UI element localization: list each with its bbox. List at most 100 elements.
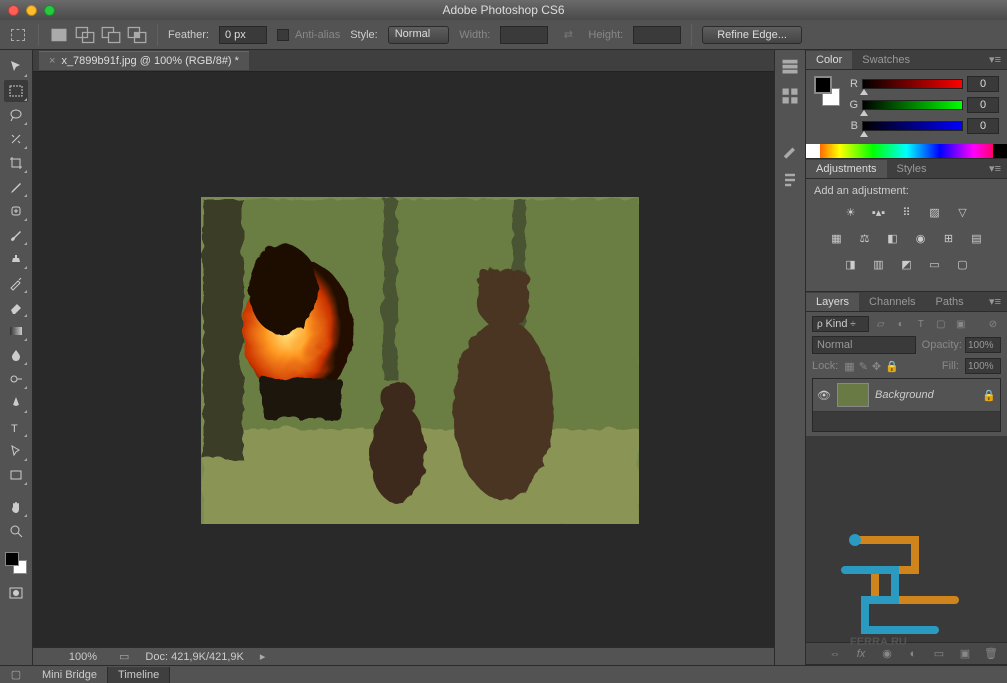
timeline-tab[interactable]: Timeline (108, 667, 170, 683)
selection-add-icon[interactable] (75, 26, 95, 44)
filter-shape-icon[interactable]: ▢ (933, 316, 949, 332)
b-slider[interactable] (862, 121, 963, 131)
layer-mask-icon[interactable]: ◉ (879, 646, 895, 662)
gradient-map-adjustment-icon[interactable]: ▭ (926, 255, 944, 273)
layer-thumbnail[interactable] (837, 383, 869, 407)
opacity-input[interactable] (965, 337, 1001, 353)
panel-menu-icon[interactable]: ▾≡ (983, 53, 1007, 66)
selection-subtract-icon[interactable] (101, 26, 121, 44)
filter-pixel-icon[interactable]: ▱ (873, 316, 889, 332)
scrubby-zoom-icon[interactable]: ▭ (119, 650, 129, 663)
color-lookup-adjustment-icon[interactable]: ▤ (968, 229, 986, 247)
zoom-level[interactable]: 100% (43, 651, 103, 663)
layer-group-icon[interactable]: ▭ (931, 646, 947, 662)
vibrance-adjustment-icon[interactable]: ▽ (954, 203, 972, 221)
adjustment-layer-icon[interactable]: ◐ (905, 646, 921, 662)
zoom-tool[interactable] (4, 520, 28, 542)
marquee-tool[interactable] (4, 80, 28, 102)
color-swatch[interactable] (5, 552, 27, 574)
doc-info-arrow-icon[interactable]: ▸ (260, 650, 266, 663)
posterize-adjustment-icon[interactable]: ▥ (870, 255, 888, 273)
layers-tab[interactable]: Layers (806, 293, 859, 311)
brightness-adjustment-icon[interactable]: ☀ (842, 203, 860, 221)
magic-wand-tool[interactable] (4, 128, 28, 150)
eraser-tool[interactable] (4, 296, 28, 318)
swatches-tab[interactable]: Swatches (852, 51, 920, 69)
screen-mode-icon[interactable]: ▢ (0, 668, 32, 681)
brush-tool[interactable] (4, 224, 28, 246)
refine-edge-button[interactable]: Refine Edge... (702, 26, 802, 44)
filter-adjustment-icon[interactable]: ◐ (893, 316, 909, 332)
r-input[interactable] (967, 76, 999, 92)
channel-mixer-adjustment-icon[interactable]: ⊞ (940, 229, 958, 247)
minimize-window-button[interactable] (26, 5, 37, 16)
doc-size[interactable]: Doc: 421,9K/421,9K (145, 651, 243, 663)
filter-smart-icon[interactable]: ▣ (953, 316, 969, 332)
lock-pixels-icon[interactable]: ✎ (859, 360, 868, 373)
canvas-area[interactable] (33, 72, 774, 647)
pen-tool[interactable] (4, 392, 28, 414)
layer-row[interactable]: 👁 Background 🔒 (813, 379, 1000, 412)
eyedropper-tool[interactable] (4, 176, 28, 198)
rectangle-tool[interactable] (4, 464, 28, 486)
healing-brush-tool[interactable] (4, 200, 28, 222)
balance-adjustment-icon[interactable]: ⚖ (856, 229, 874, 247)
blend-mode-select[interactable]: Normal (812, 336, 916, 354)
lock-position-icon[interactable]: ✥ (872, 360, 881, 373)
move-tool[interactable] (4, 56, 28, 78)
r-slider[interactable] (862, 79, 963, 89)
paths-tab[interactable]: Paths (926, 293, 974, 311)
style-select[interactable]: Normal (388, 26, 449, 44)
invert-adjustment-icon[interactable]: ◨ (842, 255, 860, 273)
feather-input[interactable] (219, 26, 267, 44)
zoom-window-button[interactable] (44, 5, 55, 16)
g-input[interactable] (967, 97, 999, 113)
character-panel-icon[interactable] (780, 170, 800, 190)
b-input[interactable] (967, 118, 999, 134)
bw-adjustment-icon[interactable]: ◧ (884, 229, 902, 247)
history-panel-icon[interactable] (780, 56, 800, 76)
selective-color-adjustment-icon[interactable]: ▢ (954, 255, 972, 273)
close-tab-icon[interactable]: × (49, 55, 55, 67)
curves-adjustment-icon[interactable]: ⠿ (898, 203, 916, 221)
channels-tab[interactable]: Channels (859, 293, 925, 311)
link-layers-icon[interactable]: ⇔ (827, 646, 843, 662)
delete-layer-icon[interactable]: 🗑 (983, 646, 999, 662)
mini-bridge-tab[interactable]: Mini Bridge (32, 667, 108, 683)
levels-adjustment-icon[interactable]: ▪▴▪ (870, 203, 888, 221)
exposure-adjustment-icon[interactable]: ▨ (926, 203, 944, 221)
crop-tool[interactable] (4, 152, 28, 174)
document-tab[interactable]: × x_7899b91f.jpg @ 100% (RGB/8#) * (39, 51, 249, 70)
new-layer-icon[interactable]: ▣ (957, 646, 973, 662)
fg-bg-color-swatch[interactable] (814, 76, 840, 106)
spectrum-ramp[interactable] (806, 144, 1007, 158)
clone-stamp-tool[interactable] (4, 248, 28, 270)
properties-panel-icon[interactable] (780, 86, 800, 106)
filter-toggle-icon[interactable]: ⊘ (985, 316, 1001, 332)
close-window-button[interactable] (8, 5, 19, 16)
adjustments-tab[interactable]: Adjustments (806, 160, 887, 178)
threshold-adjustment-icon[interactable]: ◩ (898, 255, 916, 273)
photo-filter-adjustment-icon[interactable]: ◉ (912, 229, 930, 247)
brush-panel-icon[interactable] (780, 140, 800, 160)
blur-tool[interactable] (4, 344, 28, 366)
visibility-icon[interactable]: 👁 (817, 389, 831, 402)
history-brush-tool[interactable] (4, 272, 28, 294)
selection-intersect-icon[interactable] (127, 26, 147, 44)
hue-adjustment-icon[interactable]: ▦ (828, 229, 846, 247)
lasso-tool[interactable] (4, 104, 28, 126)
lock-transparent-icon[interactable]: ▦ (844, 360, 854, 373)
filter-type-icon[interactable]: T (913, 316, 929, 332)
hand-tool[interactable] (4, 496, 28, 518)
quick-mask-tool[interactable] (4, 582, 28, 604)
path-selection-tool[interactable] (4, 440, 28, 462)
gradient-tool[interactable] (4, 320, 28, 342)
selection-new-icon[interactable] (49, 26, 69, 44)
tool-preset-icon[interactable] (8, 26, 28, 44)
dodge-tool[interactable] (4, 368, 28, 390)
type-tool[interactable]: T (4, 416, 28, 438)
g-slider[interactable] (862, 100, 963, 110)
lock-all-icon[interactable]: 🔒 (885, 360, 899, 373)
styles-tab[interactable]: Styles (887, 160, 937, 178)
color-tab[interactable]: Color (806, 51, 852, 69)
